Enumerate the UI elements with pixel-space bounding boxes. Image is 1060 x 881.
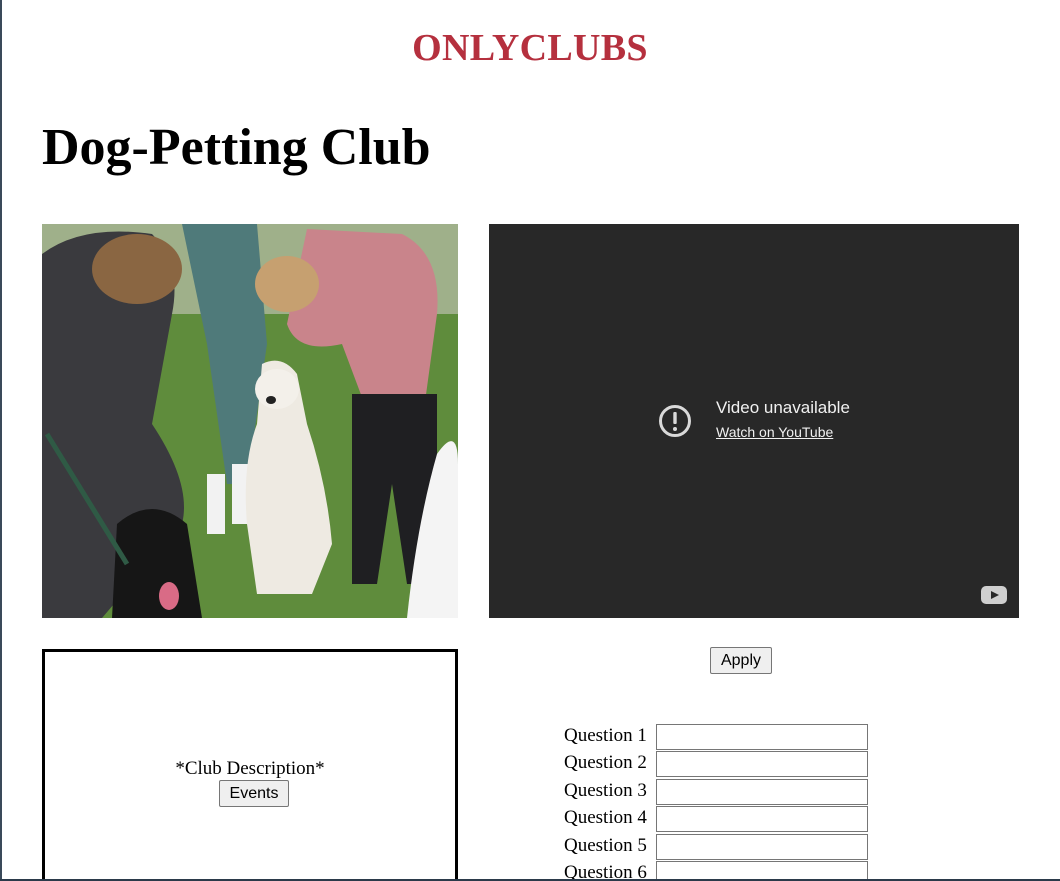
apply-button[interactable]: Apply [710, 647, 772, 674]
question-label: Question 3 [564, 780, 647, 801]
club-description-box: *Club Description* Events [42, 649, 458, 881]
exclamation-circle-icon [659, 405, 691, 437]
question-label: Question 2 [564, 752, 647, 773]
question-row-1: Question 1 [564, 724, 874, 751]
question-4-input[interactable] [656, 806, 868, 832]
club-description: *Club Description* [175, 758, 325, 779]
question-6-input[interactable] [656, 861, 868, 881]
watch-on-youtube-link[interactable]: Watch on YouTube [716, 424, 833, 440]
question-1-input[interactable] [656, 724, 868, 750]
site-brand[interactable]: ONLYCLUBS [0, 26, 1060, 70]
window-left-border [0, 0, 2, 881]
question-5-input[interactable] [656, 834, 868, 860]
question-label: Question 4 [564, 807, 647, 828]
video-embed[interactable]: Video unavailable Watch on YouTube [489, 224, 1019, 618]
question-2-input[interactable] [656, 751, 868, 777]
youtube-logo-icon[interactable] [981, 586, 1007, 604]
question-row-4: Question 4 [564, 806, 874, 833]
question-label: Question 5 [564, 835, 647, 856]
question-row-2: Question 2 [564, 751, 874, 778]
club-photo-image [42, 224, 458, 618]
question-3-input[interactable] [656, 779, 868, 805]
page-title: Dog-Petting Club [42, 119, 431, 176]
question-row-3: Question 3 [564, 779, 874, 806]
question-row-6: Question 6 [564, 861, 874, 881]
video-unavailable-message: Video unavailable [716, 398, 850, 417]
question-row-5: Question 5 [564, 834, 874, 861]
question-label: Question 6 [564, 862, 647, 881]
question-label: Question 1 [564, 725, 647, 746]
events-button[interactable]: Events [219, 780, 289, 807]
club-photo [42, 224, 458, 618]
